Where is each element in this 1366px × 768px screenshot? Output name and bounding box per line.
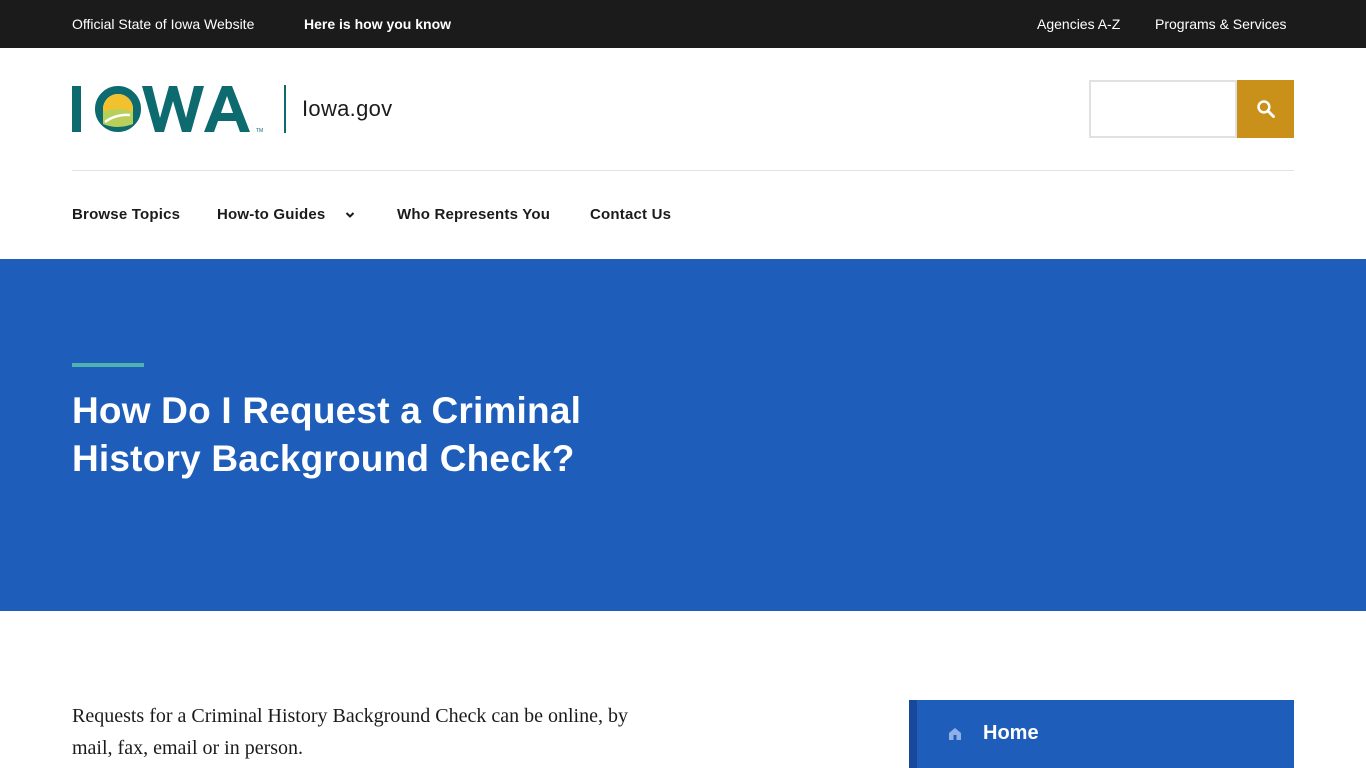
intro-line-1: Requests for a Criminal History Backgrou… bbox=[72, 705, 628, 727]
page-hero: How Do I Request a Criminal History Back… bbox=[0, 259, 1366, 611]
official-site-label: Official State of Iowa Website bbox=[72, 16, 255, 32]
svg-text:TM: TM bbox=[256, 128, 263, 134]
intro-line-2: mail, fax, email or in person. bbox=[72, 737, 304, 759]
chevron-down-icon[interactable] bbox=[344, 209, 356, 221]
site-name-link[interactable]: Iowa.gov bbox=[302, 96, 392, 122]
official-site-banner: Official State of Iowa Website Here is h… bbox=[0, 0, 1366, 48]
intro-paragraph: Requests for a Criminal History Backgrou… bbox=[72, 700, 762, 764]
iowa-logo[interactable]: TM bbox=[72, 84, 272, 134]
nav-who-represents-you[interactable]: Who Represents You bbox=[397, 206, 550, 223]
hero-accent-bar bbox=[72, 363, 144, 367]
nav-contact-us[interactable]: Contact Us bbox=[590, 206, 671, 223]
side-navigation: Home bbox=[909, 700, 1294, 768]
side-nav-home-label: Home bbox=[983, 722, 1039, 744]
iowa-logo-graphic: TM bbox=[72, 86, 263, 134]
search-input[interactable] bbox=[1089, 80, 1237, 138]
site-header: TM Iowa.gov Browse Topics How-to Guides … bbox=[0, 48, 1366, 259]
home-icon bbox=[949, 727, 961, 740]
programs-services-link[interactable]: Programs & Services bbox=[1155, 16, 1286, 32]
agencies-a-z-link[interactable]: Agencies A-Z bbox=[1037, 16, 1120, 32]
nav-browse-topics[interactable]: Browse Topics bbox=[72, 206, 180, 223]
nav-how-to-guides[interactable]: How-to Guides bbox=[217, 206, 325, 223]
page-title: How Do I Request a Criminal History Back… bbox=[72, 387, 692, 483]
page-title-line-1: How Do I Request a Criminal bbox=[72, 390, 582, 431]
side-nav-home-link[interactable]: Home bbox=[947, 722, 1039, 745]
page-title-line-2: History Background Check? bbox=[72, 438, 575, 479]
header-divider bbox=[72, 170, 1294, 171]
search-icon bbox=[1256, 100, 1275, 118]
logo-divider bbox=[284, 85, 286, 133]
how-you-know-link[interactable]: Here is how you know bbox=[304, 16, 451, 32]
search-button[interactable] bbox=[1237, 80, 1294, 138]
